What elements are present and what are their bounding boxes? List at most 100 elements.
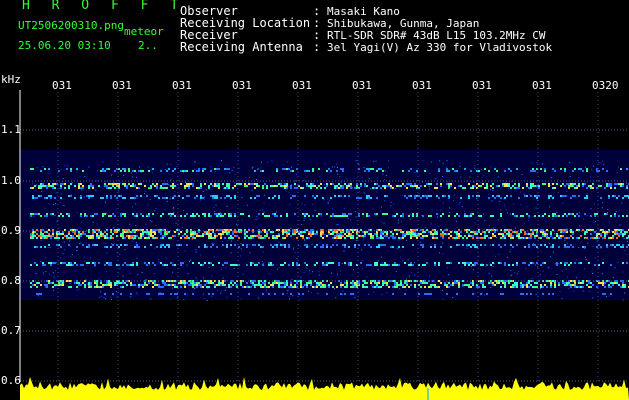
spectrogram-pixel — [180, 282, 182, 284]
spectrogram-pixel — [306, 185, 308, 187]
spectrogram-pixel — [230, 197, 232, 199]
noise-pixel — [618, 240, 620, 242]
spectrogram-pixel — [378, 280, 380, 282]
spectrogram-pixel — [426, 183, 428, 185]
noise-pixel — [190, 259, 192, 261]
spectrogram-pixel — [610, 183, 612, 185]
spectrogram-pixel — [570, 284, 572, 286]
spectrogram-pixel — [262, 170, 264, 172]
spectrogram-pixel — [518, 235, 520, 237]
spectrogram-pixel — [546, 237, 548, 239]
spectrogram-pixel — [336, 185, 338, 187]
noise-pixel — [48, 273, 50, 275]
spectrogram-pixel — [268, 264, 270, 266]
spectrogram-pixel — [222, 244, 224, 246]
spectrogram-pixel — [590, 185, 592, 187]
spectrogram-pixel — [416, 233, 418, 235]
spectrogram-pixel — [504, 282, 506, 284]
spectrogram-pixel — [214, 235, 216, 237]
spectrogram-pixel — [248, 183, 250, 185]
noise-pixel — [222, 187, 224, 189]
noise-pixel — [354, 210, 356, 212]
spectrogram-pixel — [342, 185, 344, 187]
spectrogram-pixel — [588, 185, 590, 187]
spectrogram-pixel — [500, 262, 502, 264]
spectrogram-pixel — [596, 246, 598, 248]
spectrogram-pixel — [380, 187, 382, 189]
spectrogram-pixel — [562, 215, 564, 217]
spectrogram-pixel — [478, 286, 480, 288]
noise-pixel — [526, 206, 528, 208]
spectrogram-pixel — [90, 183, 92, 185]
spectrogram-pixel — [186, 229, 188, 231]
spectrogram-pixel — [392, 233, 394, 235]
spectrogram-pixel — [58, 282, 60, 284]
noise-pixel — [208, 266, 210, 268]
noise-pixel — [294, 252, 296, 254]
spectrogram-pixel — [250, 262, 252, 264]
spectrogram-pixel — [182, 170, 184, 172]
spectrogram-pixel — [74, 233, 76, 235]
y-tick-label: 1.0 — [1, 174, 21, 187]
noise-pixel — [622, 299, 624, 301]
spectrogram-pixel — [30, 168, 32, 170]
spectrogram-pixel — [482, 284, 484, 286]
spectrogram-pixel — [456, 170, 458, 172]
noise-pixel — [201, 196, 203, 198]
spectrogram-pixel — [550, 246, 552, 248]
spectrogram-pixel — [260, 235, 262, 237]
spectrogram-pixel — [30, 233, 32, 235]
spectrogram-pixel — [150, 231, 152, 233]
spectrogram-pixel — [414, 197, 416, 199]
spectrogram-pixel — [224, 284, 226, 286]
noise-pixel — [580, 241, 582, 243]
noise-pixel — [525, 268, 527, 270]
spectrogram-pixel — [376, 170, 378, 172]
noise-pixel — [63, 205, 65, 207]
spectrogram-pixel — [492, 244, 494, 246]
spectrogram-pixel — [568, 264, 570, 266]
noise-pixel — [151, 220, 153, 222]
noise-pixel — [322, 232, 324, 234]
noise-pixel — [231, 169, 233, 171]
spectrogram-pixel — [258, 244, 260, 246]
spectrogram-pixel — [180, 286, 182, 288]
spectrogram-pixel — [300, 187, 302, 189]
spectrogram-pixel — [184, 215, 186, 217]
spectrogram-pixel — [80, 187, 82, 189]
spectrogram-pixel — [516, 233, 518, 235]
spectrogram-pixel — [458, 237, 460, 239]
noise-pixel — [104, 201, 106, 203]
spectrogram-pixel — [552, 246, 554, 248]
spectrogram-pixel — [208, 233, 210, 235]
spectrogram-pixel — [472, 185, 474, 187]
spectrogram-pixel — [338, 195, 340, 197]
noise-pixel — [309, 269, 311, 271]
spectrogram-pixel — [384, 231, 386, 233]
noise-pixel — [76, 212, 78, 214]
spectrogram-pixel — [380, 286, 382, 288]
noise-pixel — [122, 275, 124, 277]
spectrogram-pixel — [124, 170, 126, 172]
spectrogram-pixel — [528, 264, 530, 266]
spectrogram-pixel — [140, 235, 142, 237]
spectrogram-pixel — [258, 213, 260, 215]
noise-pixel — [213, 206, 215, 208]
spectrogram-pixel — [562, 282, 564, 284]
spectrogram-pixel — [124, 282, 126, 284]
noise-pixel — [594, 257, 596, 259]
spectrogram-pixel — [552, 168, 554, 170]
spectrogram-pixel — [172, 213, 174, 215]
spectrogram-pixel — [200, 187, 202, 189]
spectrogram-pixel — [424, 286, 426, 288]
noise-pixel — [466, 245, 468, 247]
noise-pixel — [139, 169, 141, 171]
spectrogram-pixel — [150, 187, 152, 189]
spectrogram-pixel — [212, 264, 214, 266]
spectrogram-pixel — [614, 187, 616, 189]
noise-pixel — [183, 236, 185, 238]
spectrogram-pixel — [332, 286, 334, 288]
noise-pixel — [265, 289, 267, 291]
spectrogram-pixel — [78, 185, 80, 187]
spectrogram-pixel — [136, 262, 138, 264]
